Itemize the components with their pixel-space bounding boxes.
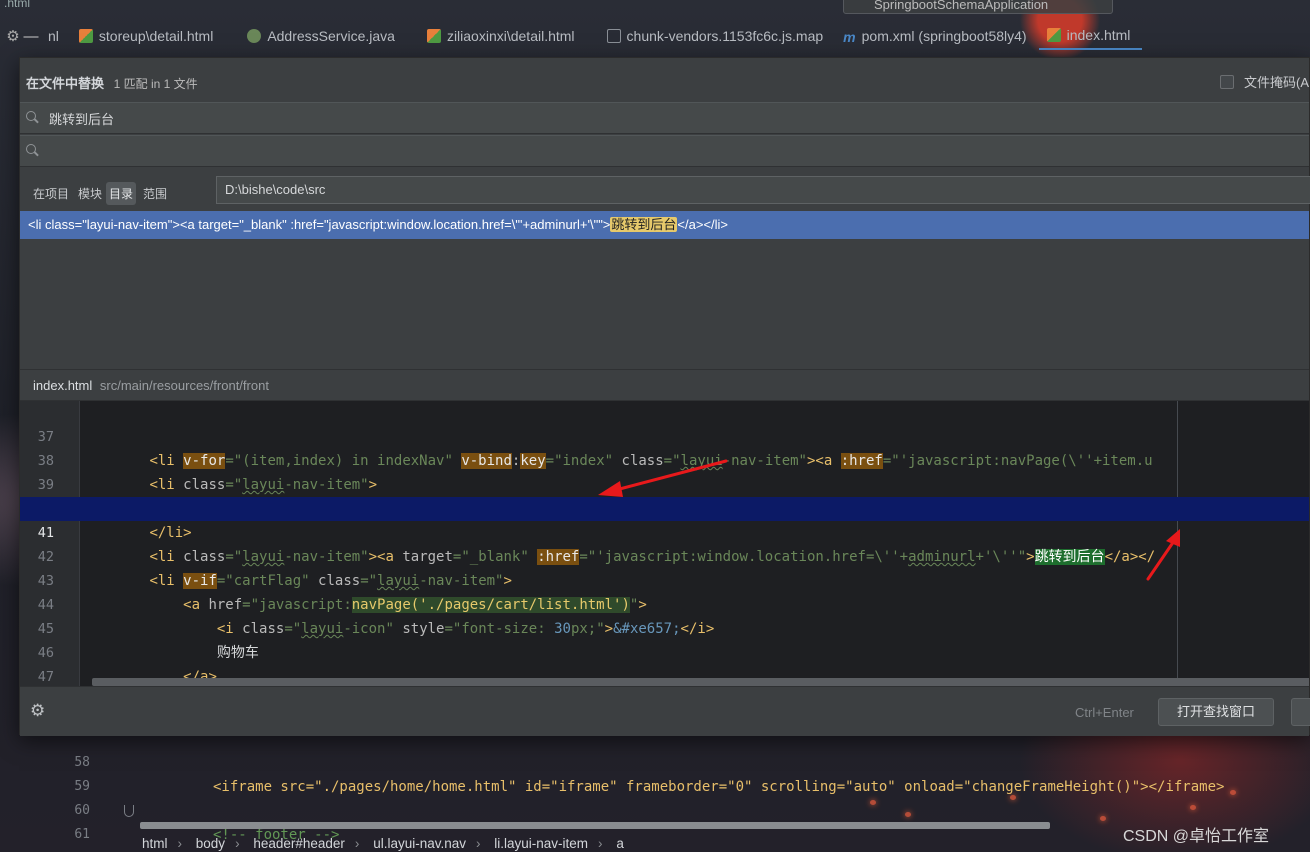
- editor-line: 59: [74, 779, 90, 794]
- scope-project-tab[interactable]: 在项目: [30, 182, 72, 205]
- match-count: 1 匹配 in 1 文件: [113, 77, 198, 91]
- replace-in-files-dialog: 在文件中替换 1 匹配 in 1 文件 文件掩码(A 跳转到后台 在项目 模块 …: [19, 57, 1310, 736]
- search-icon[interactable]: [25, 110, 41, 126]
- map-file-icon: [606, 29, 621, 43]
- editor-line: 61 <!--: [74, 827, 246, 852]
- html-file-icon: [1046, 28, 1061, 42]
- open-find-window-button[interactable]: 打开查找窗口: [1158, 698, 1274, 726]
- breadcrumb-item[interactable]: header#header: [253, 836, 345, 851]
- editor-tab-active[interactable]: index.html: [1038, 22, 1143, 50]
- results-list: <li class="layui-nav-item"><a target="_b…: [20, 211, 1309, 368]
- java-interface-icon: [247, 29, 262, 43]
- code-line: 42 <li v-if="cartFlag" class="layui-nav-…: [37, 549, 512, 589]
- code-line: 40 </li>: [38, 501, 192, 541]
- top-strip: .html SpringbootSchemaApplication: [0, 0, 1310, 14]
- editor-tab[interactable]: chunk-vendors.1153fc6c.js.map: [599, 22, 836, 50]
- file-mask-label: 文件掩码(A: [1243, 75, 1309, 90]
- minimize-icon[interactable]: —: [22, 28, 40, 45]
- dialog-header[interactable]: 在文件中替换 1 匹配 in 1 文件 文件掩码(A: [20, 58, 1309, 102]
- editor-tab[interactable]: ziliaoxinxi\detail.html: [419, 22, 587, 50]
- file-mask-checkbox[interactable]: [1219, 74, 1234, 89]
- file-mask-option[interactable]: 文件掩码(A: [1219, 72, 1309, 91]
- preview-file-name: index.html: [33, 378, 93, 393]
- scope-directory-tab[interactable]: 目录: [106, 182, 137, 205]
- breadcrumb-item[interactable]: a: [616, 836, 624, 851]
- editor-tab[interactable]: AddressService.java: [239, 22, 407, 50]
- breadcrumb-item[interactable]: html: [142, 836, 168, 851]
- preview-header: index.html src/main/resources/front/fron…: [20, 369, 1309, 401]
- shortcut-hint: Ctrl+Enter: [1075, 705, 1134, 720]
- breadcrumb-item[interactable]: body: [196, 836, 225, 851]
- replace-field[interactable]: [20, 135, 1309, 167]
- horizontal-scrollbar[interactable]: [140, 822, 1050, 829]
- scope-scope-tab[interactable]: 范围: [140, 182, 170, 205]
- preview-file-path: src/main/resources/front/front: [99, 378, 269, 393]
- code-line: 47 </li>: [37, 669, 54, 685]
- code-line: 37 <li v-for="(item,index) in indexNav" …: [37, 429, 1153, 469]
- run-configuration-selector[interactable]: SpringbootSchemaApplication: [843, 0, 1113, 14]
- html-file-icon: [426, 29, 441, 43]
- code-line: 43 <a href="javascript:navPage('./pages/…: [37, 573, 647, 613]
- editor-tab-bar: ⚙ — nl storeup\detail.html AddressServic…: [0, 22, 1310, 50]
- horizontal-scrollbar[interactable]: [92, 678, 1309, 686]
- settings-gear-icon[interactable]: ⚙: [30, 701, 45, 721]
- replace-button[interactable]: [1291, 698, 1310, 726]
- top-file-label: .html: [4, 0, 31, 10]
- editor-background: 58 <iframe src="./pages/home/home.html" …: [58, 727, 1310, 852]
- maven-icon: m: [843, 29, 856, 45]
- scope-module-tab[interactable]: 模块: [75, 182, 105, 205]
- editor-tab[interactable]: nl: [40, 22, 71, 50]
- code-line: 38 <li class="layui-nav-item">: [37, 453, 378, 493]
- code-line: 39 <a href="javascript:centerPage();">我的…: [20, 449, 1309, 517]
- match-highlight: 跳转到后台: [610, 217, 678, 232]
- run-configuration-label: SpringbootSchemaApplication: [874, 0, 1049, 12]
- directory-input[interactable]: D:\bishe\code\src: [216, 176, 1310, 204]
- breadcrumb-item[interactable]: ul.layui-nav.nav: [373, 836, 466, 851]
- watermark: CSDN @卓怡工作室: [1123, 828, 1270, 845]
- code-line: 44 <i class="layui-icon" style="font-siz…: [37, 597, 715, 637]
- editor-line: 60 <!-- footer -->: [74, 803, 340, 843]
- dialog-footer: ⚙ Ctrl+Enter 打开查找窗口: [20, 686, 1310, 736]
- code-preview[interactable]: 37 <li v-for="(item,index) in indexNav" …: [20, 401, 1309, 686]
- code-line-current: 41 <li class="layui-nav-item"><a target=…: [20, 497, 1309, 565]
- search-input[interactable]: 跳转到后台: [49, 109, 114, 128]
- search-field[interactable]: 跳转到后台: [20, 102, 1309, 134]
- breadcrumb: html › body › header#header › ul.layui-nav.…: [142, 836, 624, 851]
- dialog-title: 在文件中替换 1 匹配 in 1 文件: [26, 76, 198, 91]
- editor-tab[interactable]: storeup\detail.html: [71, 22, 225, 50]
- result-item[interactable]: <li class="layui-nav-item"><a target="_b…: [20, 211, 1309, 239]
- code-line: 46 </a>: [37, 645, 217, 685]
- fold-icon[interactable]: [124, 805, 134, 817]
- search-icon[interactable]: [25, 143, 41, 159]
- breadcrumb-item[interactable]: li.layui-nav-item: [494, 836, 588, 851]
- editor-tab[interactable]: m pom.xml (springboot58ly4): [835, 22, 1038, 50]
- html-file-icon: [78, 29, 93, 43]
- code-line: 45 购物车: [37, 621, 259, 661]
- gear-icon[interactable]: ⚙: [4, 27, 22, 45]
